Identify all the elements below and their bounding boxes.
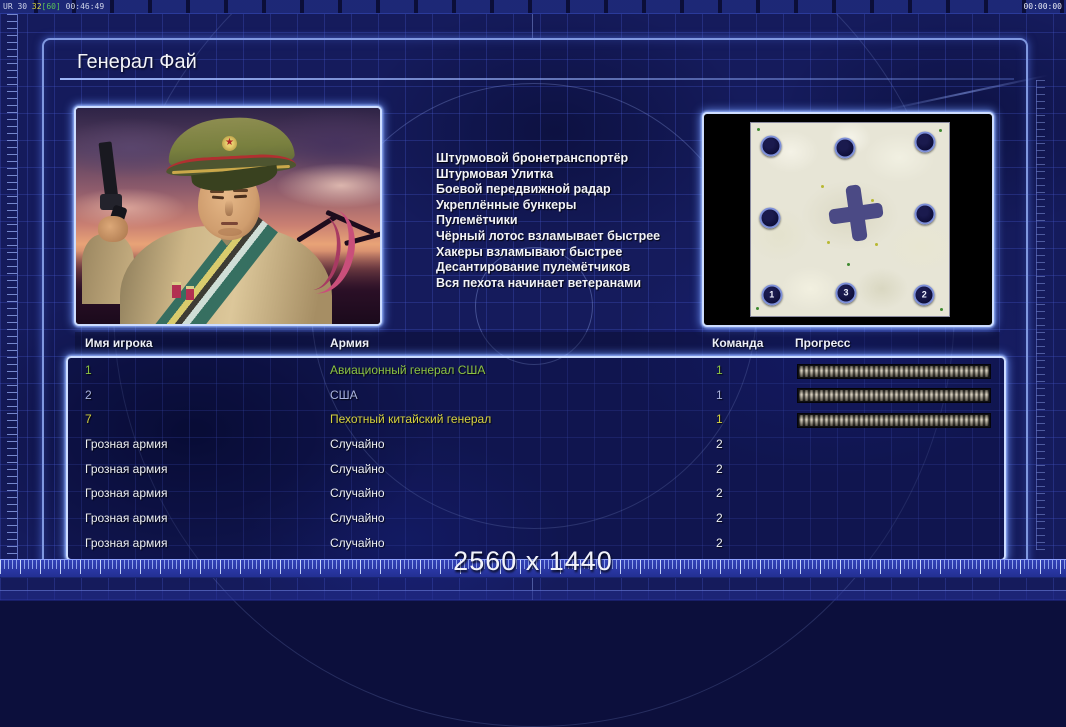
start-position-marker: 3 [835,282,857,304]
ability-item: Штурмовая Улитка [436,166,554,181]
player-army: Случайно [330,437,385,452]
start-position-marker [760,135,782,157]
table-header-row: Имя игрока Армия Команда Прогресс [75,332,1000,354]
column-header-team: Команда [712,336,764,350]
player-name: Грозная армия [85,437,168,452]
progress-bar-fill [799,414,989,426]
progress-bar [797,388,991,404]
player-name: Грозная армия [85,511,168,526]
player-team: 2 [716,511,723,526]
player-name: 1 [85,363,92,377]
right-ruler [1036,80,1045,550]
progress-bar [797,412,991,428]
player-list: 1 Авиационный генерал США 1 2 США 1 7 Пехотный … [66,356,1006,561]
player-team: 2 [716,461,723,476]
table-row: 2 США 1 [68,383,1004,408]
progress-bar [797,363,991,379]
ability-item: Пулемётчики [436,213,518,228]
player-army: Авиационный генерал США [330,363,486,377]
ability-item: Укреплённые бункеры [436,197,577,212]
player-name: 2 [85,387,92,402]
minimap: 1 3 2 [702,112,994,327]
start-position-marker: 1 [761,284,783,306]
player-team: 1 [716,387,723,402]
progress-bar-fill [799,365,989,377]
minimap-map: 1 3 2 [750,122,950,317]
start-position-marker [759,207,781,229]
match-timer: 00:00:00 [1023,2,1062,11]
ability-item: Чёрный лотос взламывает быстрее [436,228,661,243]
map-resolution-label: 2560 x 1440 [453,546,613,576]
player-army: США [330,387,358,402]
player-team: 1 [716,363,723,377]
medal [172,282,181,298]
cap-star-badge: ★ [222,136,237,151]
start-position-marker [914,131,936,153]
column-header-progress: Прогресс [795,336,851,350]
progress-bar-fill [799,390,989,402]
player-army: Случайно [330,486,385,501]
player-team: 2 [716,486,723,501]
table-row: Грозная армия Случайно 2 [68,432,1004,457]
page-title: Генерал Фай [77,51,197,73]
table-row: Грозная армия Случайно 2 [68,457,1004,482]
player-army: Пехотный китайский генерал [330,412,492,427]
start-position-marker [834,137,856,159]
start-position-marker: 2 [913,284,935,306]
ability-item: Хакеры взламывают быстрее [436,244,623,259]
fps-debug-text: UR 30 32[60] 00:46:49 [3,2,105,11]
table-row: 1 Авиационный генерал США 1 [68,358,1004,383]
player-team: 1 [716,412,723,427]
player-name: 7 [85,412,92,427]
player-army: Случайно [330,461,385,476]
bottom-strip [0,590,1066,601]
column-header-army: Армия [330,336,370,350]
table-row: Грозная армия Случайно 2 [68,506,1004,531]
medal [186,286,194,300]
abilities-list: Штурмовой бронетранспортёр Штурмовая Улит… [436,151,660,291]
start-position-marker [914,203,936,225]
general-portrait: ★ [74,106,382,326]
player-army: Случайно [330,511,385,526]
title-underline [60,78,1014,80]
ability-item: Штурмовой бронетранспортёр [436,151,629,165]
ability-item: Вся пехота начинает ветеранами [436,275,642,290]
player-team: 2 [716,437,723,452]
loading-screen: UR 30 32[60] 00:46:49 00:00:00 Генерал Ф… [0,0,1066,727]
ability-item: Десантирование пулемётчиков [436,260,631,275]
left-ruler [7,14,18,564]
debug-topbar: UR 30 32[60] 00:46:49 00:00:00 [0,0,1066,14]
ability-item: Боевой передвижной радар [436,182,611,197]
general-hand [98,216,128,242]
table-row: Грозная армия Случайно 2 [68,481,1004,506]
player-name: Грозная армия [85,486,168,501]
table-row: 7 Пехотный китайский генерал 1 [68,407,1004,432]
player-name: Грозная армия [85,461,168,476]
column-header-player: Имя игрока [85,336,153,350]
